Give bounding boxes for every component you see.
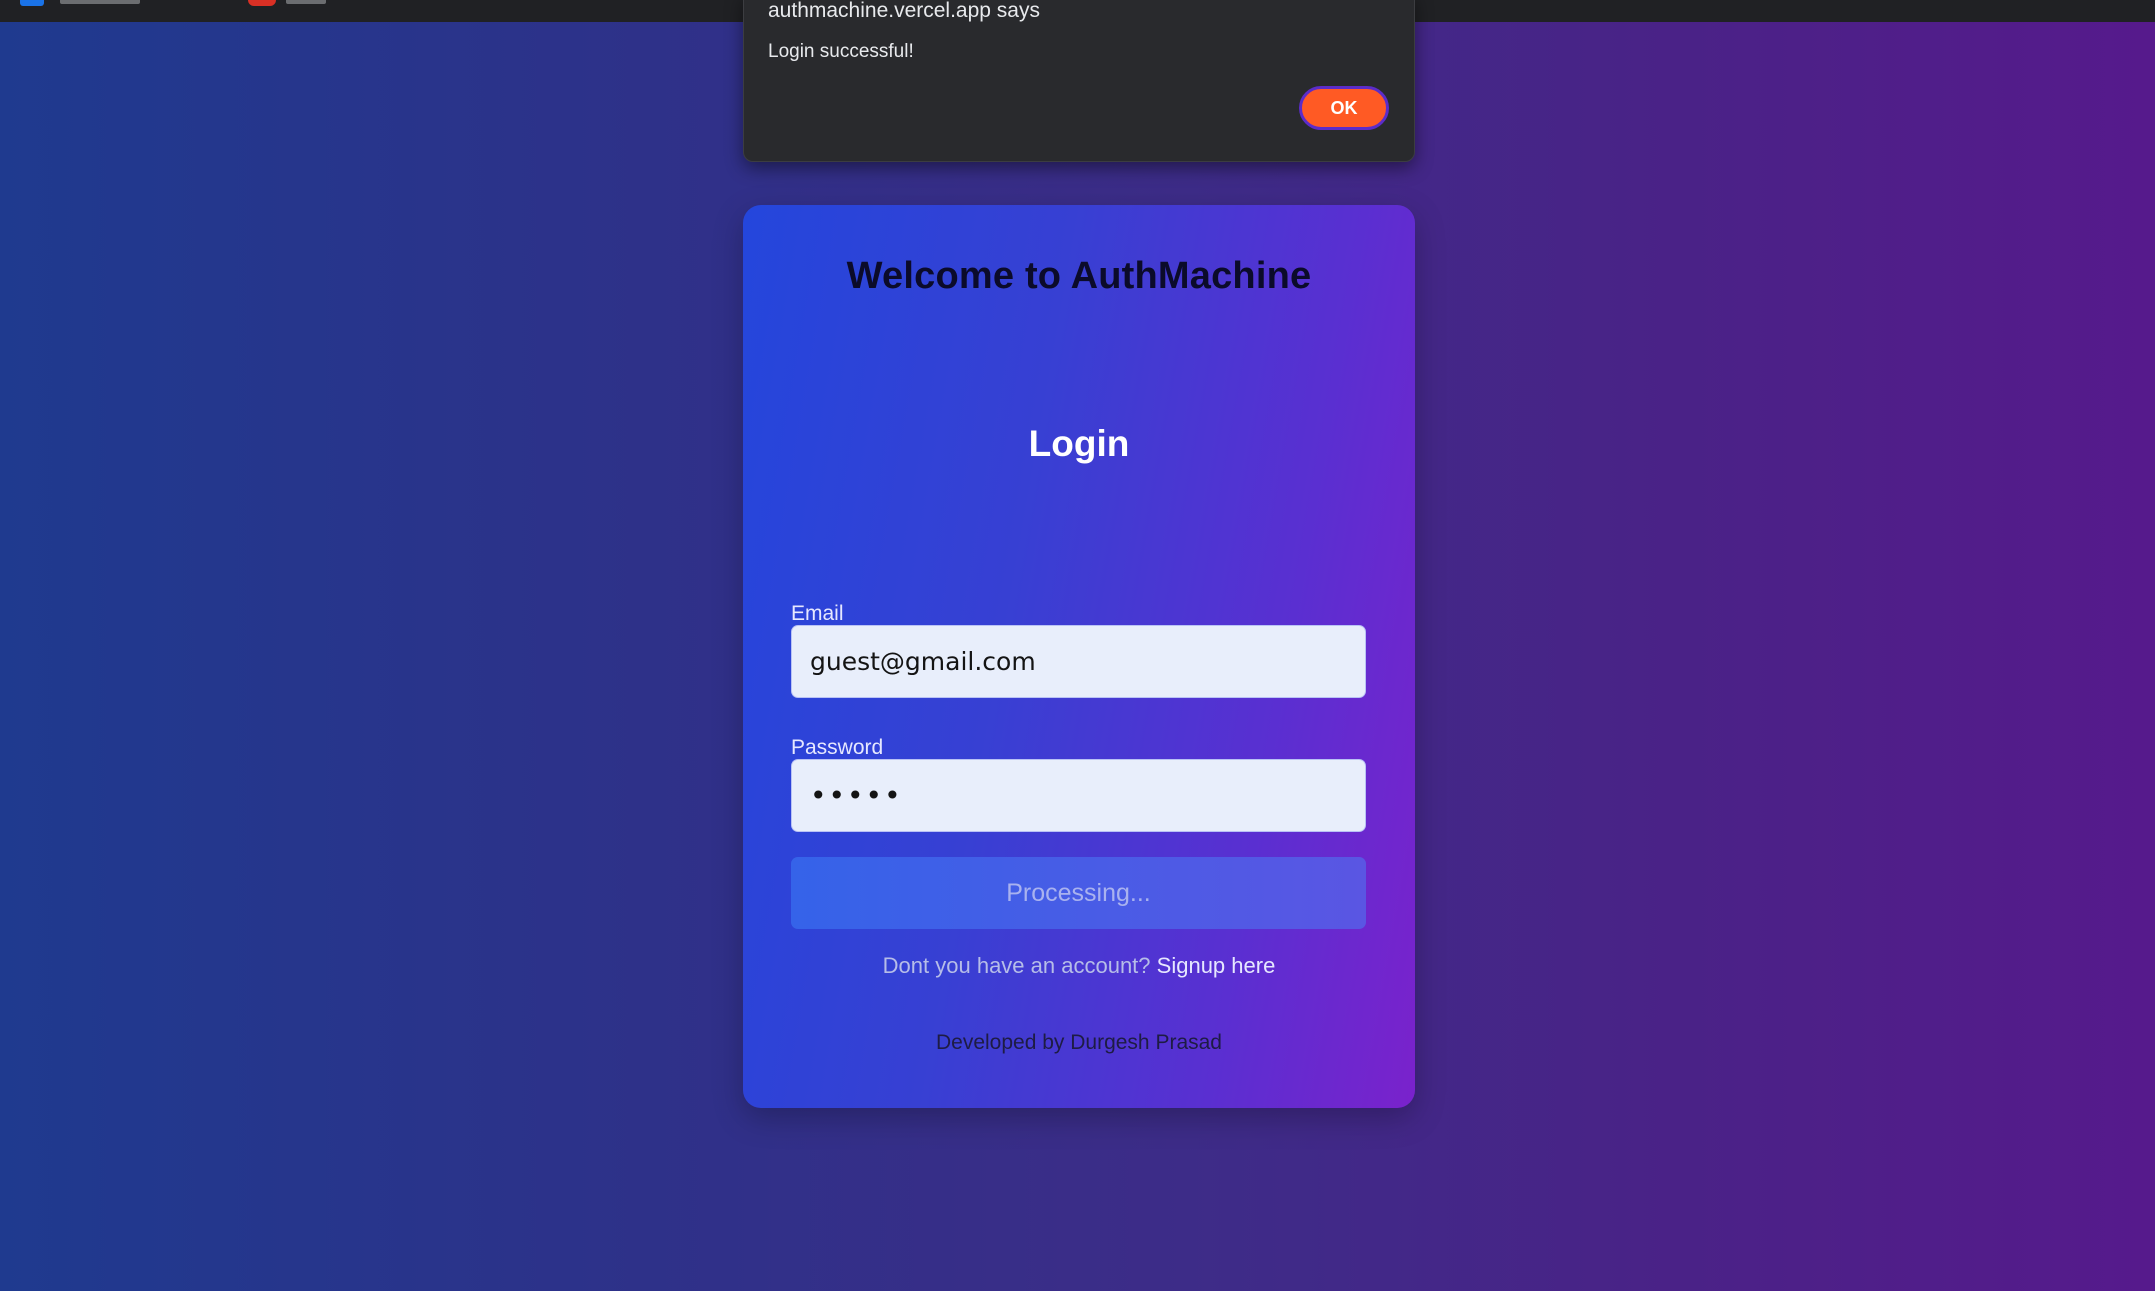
alert-dialog: authmachine.vercel.app says Login succes…	[743, 0, 1415, 162]
tab-title-fragment	[60, 0, 140, 4]
dialog-message: Login successful!	[768, 41, 914, 62]
dialog-title: authmachine.vercel.app says	[768, 0, 1040, 22]
youtube-favicon-icon	[248, 0, 276, 6]
signup-prompt-text: Dont you have an account?	[882, 953, 1151, 978]
login-submit-button[interactable]: Processing...	[791, 857, 1366, 929]
developer-credit: Developed by Durgesh Prasad	[935, 1031, 1222, 1054]
password-label: Password	[791, 736, 884, 759]
password-input[interactable]	[791, 759, 1366, 832]
login-card: Welcome to AuthMachine Login Email Passw…	[743, 205, 1415, 1108]
signup-prompt: Dont you have an account? Signup here	[743, 953, 1415, 979]
email-label: Email	[791, 602, 844, 625]
login-title: Login	[1028, 423, 1130, 464]
email-input[interactable]	[791, 625, 1366, 698]
tab-title-fragment	[286, 0, 326, 4]
tab-favicon-icon	[20, 0, 44, 6]
welcome-heading: Welcome to AuthMachine	[846, 255, 1312, 297]
signup-link[interactable]: Signup here	[1157, 953, 1276, 978]
dialog-ok-button[interactable]: OK	[1299, 86, 1389, 130]
